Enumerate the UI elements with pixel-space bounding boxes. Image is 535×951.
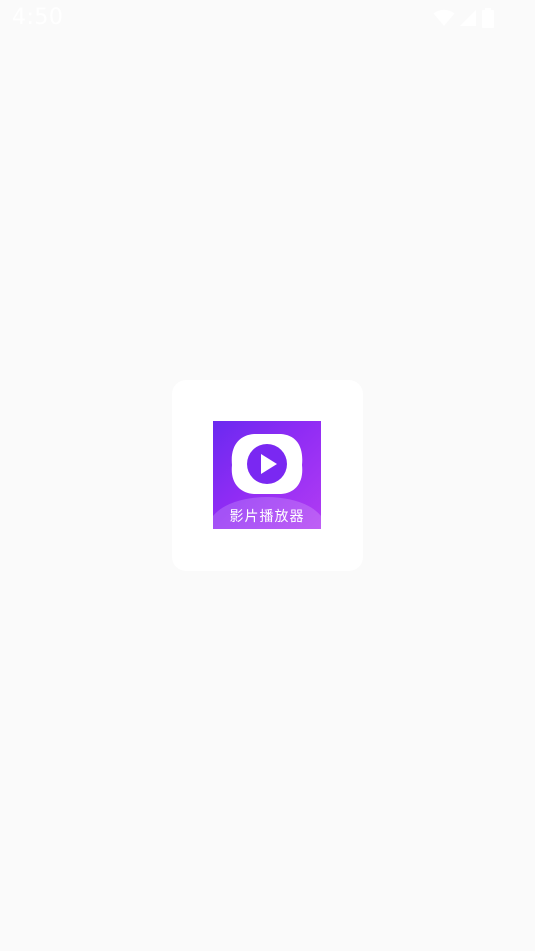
app-name-label: 影片播放器 — [229, 509, 305, 525]
status-bar: 4:50 — [0, 0, 535, 38]
status-time: 4:50 — [12, 5, 64, 30]
status-icons — [433, 8, 495, 28]
cellular-signal-icon — [459, 9, 477, 27]
app-logo: 影片播放器 — [213, 421, 321, 529]
battery-icon — [481, 8, 495, 28]
wifi-icon — [433, 9, 455, 27]
splash-card: 影片播放器 — [172, 380, 363, 571]
